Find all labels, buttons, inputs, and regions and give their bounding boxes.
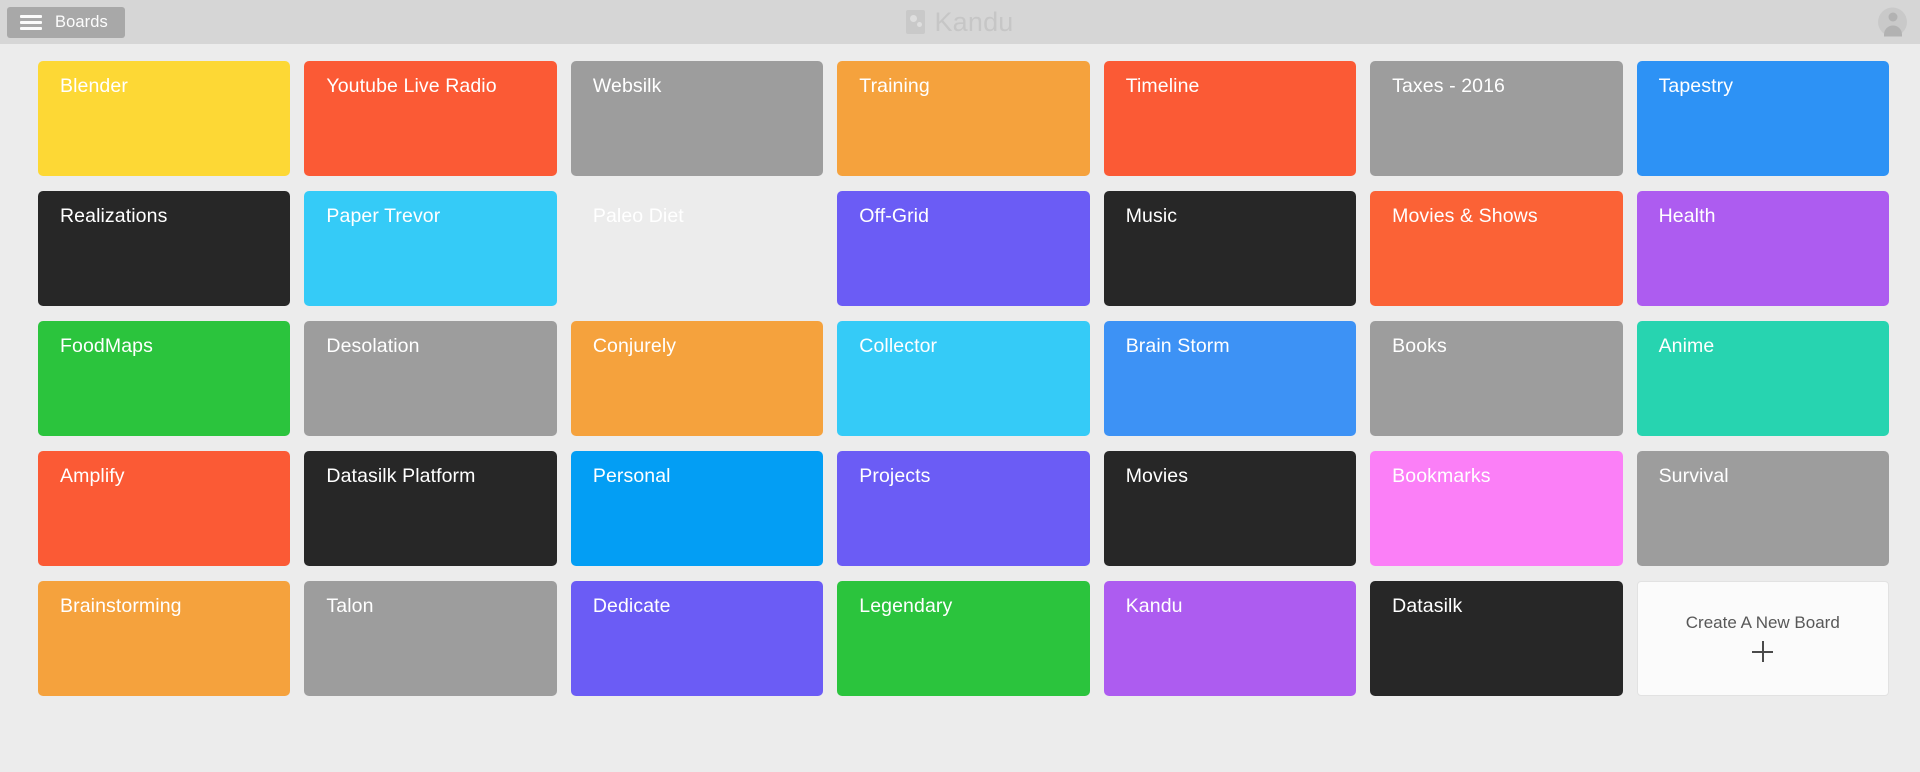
board-tile[interactable]: Amplify	[38, 451, 291, 566]
board-tile[interactable]: Blender	[38, 61, 291, 176]
board-tile[interactable]: Youtube Live Radio	[304, 61, 557, 176]
board-tile-label: Realizations	[60, 205, 168, 227]
board-tile-label: Movies & Shows	[1392, 205, 1538, 227]
board-tile[interactable]: Anime	[1636, 321, 1889, 436]
board-tile[interactable]: Brainstorming	[38, 581, 291, 696]
board-tile[interactable]: Taxes - 2016	[1370, 61, 1623, 176]
create-new-board-button[interactable]: Create A New Board	[1636, 581, 1889, 696]
board-tile[interactable]: Timeline	[1103, 61, 1357, 176]
boards-grid: Blender Youtube Live Radio Websilk Training…	[0, 44, 1920, 696]
board-tile-label: Timeline	[1125, 75, 1200, 97]
board-tile-label: Paper Trevor	[326, 205, 441, 227]
board-tile-label: Training	[859, 75, 930, 97]
boards-button-label: Boards	[55, 12, 108, 31]
board-tile[interactable]: Realizations	[38, 191, 291, 306]
board-tile-label: Survival	[1658, 465, 1729, 487]
create-new-board-label: Create A New Board	[1685, 613, 1840, 632]
board-tile[interactable]: Collector	[837, 321, 1090, 436]
board-tile-label: Paleo Diet	[592, 205, 684, 227]
board-tile-label: Music	[1125, 205, 1178, 227]
board-tile-label: Amplify	[60, 465, 125, 487]
board-tile[interactable]: Datasilk	[1370, 581, 1623, 696]
board-tile[interactable]: Training	[837, 61, 1090, 176]
board-tile-label: Tapestry	[1658, 75, 1734, 97]
user-avatar-icon[interactable]	[1878, 7, 1907, 37]
board-tile[interactable]: FoodMaps	[38, 321, 291, 436]
board-tile-label: Bookmarks	[1392, 465, 1491, 487]
board-tile-label: Conjurely	[592, 335, 677, 357]
board-tile[interactable]: Off-Grid	[837, 191, 1090, 306]
board-tile-label: Legendary	[859, 595, 953, 617]
board-tile[interactable]: Movies	[1103, 451, 1357, 566]
board-tile-label: Anime	[1658, 335, 1715, 357]
board-tile-label: Websilk	[592, 75, 662, 97]
board-tile-label: Off-Grid	[859, 205, 930, 227]
page-title: Kandu	[934, 6, 1014, 37]
board-tile[interactable]: Movies & Shows	[1370, 191, 1623, 306]
board-tile-label: Brainstorming	[60, 595, 182, 617]
board-tile-label: Youtube Live Radio	[326, 75, 497, 97]
board-tile[interactable]: Projects	[837, 451, 1090, 566]
board-tile-label: Projects	[859, 465, 931, 487]
board-tile-label: Collector	[859, 335, 938, 357]
plus-icon	[1750, 639, 1775, 664]
board-tile[interactable]: Datasilk Platform	[304, 451, 557, 566]
board-tile[interactable]: Desolation	[304, 321, 557, 436]
board-tile-label: Brain Storm	[1125, 335, 1230, 357]
board-tile-label: Desolation	[326, 335, 420, 357]
board-tile-label: Taxes - 2016	[1392, 75, 1505, 97]
board-tile-label: Movies	[1125, 465, 1189, 487]
board-tile[interactable]: Brain Storm	[1103, 321, 1357, 436]
app-brand: Kandu	[0, 0, 1920, 44]
board-tile-label: Dedicate	[592, 595, 671, 617]
board-tile-label: Datasilk Platform	[326, 465, 476, 487]
board-tile[interactable]: Personal	[570, 451, 824, 566]
board-tile[interactable]: Paleo Diet	[571, 191, 823, 306]
top-bar: Boards Kandu	[0, 0, 1920, 44]
board-tile-label: Health	[1658, 205, 1716, 227]
boards-button[interactable]: Boards	[7, 6, 125, 38]
board-tile[interactable]: Dedicate	[570, 581, 824, 696]
board-tile-label: Blender	[60, 75, 128, 97]
board-tile[interactable]: Talon	[304, 581, 557, 696]
board-tile[interactable]: Bookmarks	[1370, 451, 1623, 566]
board-tile-label: Personal	[592, 465, 671, 487]
board-tile[interactable]: Paper Trevor	[304, 191, 557, 306]
board-tile[interactable]: Conjurely	[570, 321, 824, 436]
board-tile[interactable]: Music	[1103, 191, 1357, 306]
board-tile[interactable]: Tapestry	[1636, 61, 1889, 176]
board-tile[interactable]: Books	[1370, 321, 1623, 436]
board-tile-label: Talon	[326, 595, 374, 617]
board-tile-label: Books	[1392, 335, 1447, 357]
board-tile[interactable]: Legendary	[837, 581, 1090, 696]
board-tile-label: FoodMaps	[60, 335, 153, 357]
board-tile[interactable]: Health	[1636, 191, 1889, 306]
board-tile-label: Datasilk	[1392, 595, 1463, 617]
hamburger-icon	[20, 14, 42, 30]
board-tile[interactable]: Survival	[1636, 451, 1889, 566]
board-tile-label: Kandu	[1125, 595, 1183, 617]
kandu-logo-icon	[906, 10, 926, 34]
board-tile[interactable]: Websilk	[570, 61, 824, 176]
board-tile[interactable]: Kandu	[1103, 581, 1357, 696]
